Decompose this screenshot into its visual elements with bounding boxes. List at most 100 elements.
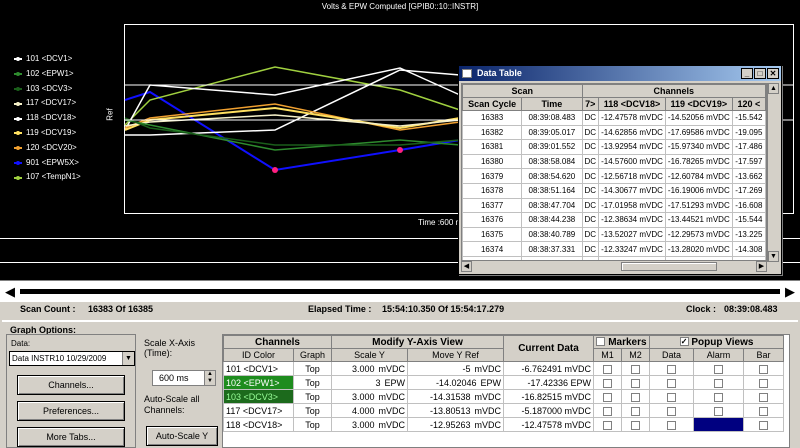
move-y-cell[interactable]: -12.95263 mVDC (407, 417, 504, 432)
scale-x-input[interactable]: 600 ms ▲ ▼ (152, 370, 216, 386)
current-data-cell[interactable]: -6.762491 mVDC (503, 361, 594, 376)
bar-checkbox-cell[interactable] (743, 417, 784, 432)
bar-checkbox-cell[interactable] (743, 361, 784, 376)
m1-checkbox-cell[interactable] (593, 389, 622, 404)
data-checkbox[interactable] (667, 406, 676, 416)
graph-cell[interactable]: Top (293, 375, 332, 390)
scroll-thumb[interactable] (621, 262, 717, 271)
bar-checkbox[interactable] (759, 392, 768, 402)
table-row[interactable]: 117 <DCV17> Top 4.000 mVDC -13.80513 mVDC -5.1… (223, 403, 784, 418)
table-row[interactable]: 103 <DCV3> Top 3.000 mVDC -14.31538 mVDC -16.8… (223, 389, 784, 404)
channels-button[interactable]: Channels... (17, 375, 125, 395)
bar-checkbox[interactable] (759, 364, 768, 374)
bar-checkbox[interactable] (759, 406, 768, 416)
more-tabs-button[interactable]: More Tabs... (17, 427, 125, 447)
col-120-header[interactable]: 120 < (731, 97, 766, 111)
graph-cell[interactable]: Top (293, 361, 332, 376)
bar-checkbox-cell[interactable] (743, 403, 784, 418)
m2-checkbox[interactable] (631, 378, 640, 388)
scroll-down-icon[interactable]: ▼ (768, 251, 779, 262)
minimize-icon[interactable]: _ (741, 68, 753, 79)
graph-cell[interactable]: Top (293, 389, 332, 404)
data-checkbox[interactable] (667, 364, 676, 374)
close-icon[interactable]: ✕ (767, 68, 779, 79)
alarm-checkbox[interactable] (714, 378, 723, 388)
horizontal-scrollbar[interactable]: ◀ ▶ (461, 260, 767, 272)
m2-checkbox[interactable] (631, 406, 640, 416)
m2-checkbox-cell[interactable] (621, 403, 650, 418)
move-y-cell[interactable]: -5 mVDC (407, 361, 504, 376)
current-data-cell[interactable]: -16.82515 mVDC (503, 389, 594, 404)
alarm-checkbox[interactable] (714, 364, 723, 374)
table-row[interactable]: 16383 08:39:08.483 DC -12.47578 mVDC -14.520… (462, 110, 766, 126)
alarm-checkbox-cell[interactable] (693, 361, 744, 376)
move-y-cell[interactable]: -14.02046 EPW (407, 375, 504, 390)
alarm-checkbox[interactable] (714, 392, 723, 402)
scale-y-cell[interactable]: 3.000 mVDC (331, 361, 408, 376)
vertical-scrollbar[interactable]: ▲ ▼ (767, 83, 779, 262)
alarm-checkbox-cell[interactable] (693, 417, 744, 432)
scale-y-cell[interactable]: 3.000 mVDC (331, 417, 408, 432)
alarm-checkbox-cell[interactable] (693, 403, 744, 418)
data-checkbox-cell[interactable] (649, 375, 694, 390)
graph-cell[interactable]: Top (293, 403, 332, 418)
channel-id[interactable]: 117 <DCV17> (223, 403, 294, 418)
alarm-checkbox[interactable] (714, 406, 723, 416)
table-row[interactable]: 101 <DCV1> Top 3.000 mVDC -5 mVDC -6.762491 mV… (223, 361, 784, 376)
m1-checkbox[interactable] (603, 420, 612, 430)
scroll-up-icon[interactable]: ▲ (768, 83, 779, 94)
autoscale-button[interactable]: Auto-Scale Y (146, 426, 218, 446)
scroll-right-icon[interactable]: ▶ (782, 284, 798, 300)
scan-cycle-header[interactable]: Scan Cycle (462, 97, 523, 111)
channel-id[interactable]: 118 <DCV18> (223, 417, 294, 432)
table-row[interactable]: 102 <EPW1> Top 3 EPW -14.02046 EPW -17.42336 E… (223, 375, 784, 390)
m2-checkbox-cell[interactable] (621, 375, 650, 390)
bar-checkbox[interactable] (759, 378, 768, 388)
alarm-checkbox-cell[interactable] (693, 375, 744, 390)
current-data-cell[interactable]: -17.42336 EPW (503, 375, 594, 390)
m1-checkbox-cell[interactable] (593, 403, 622, 418)
table-row[interactable]: 16379 08:38:54.620 DC -12.56718 mVDC -12.607… (462, 168, 766, 184)
col-7-header[interactable]: 7> (581, 97, 600, 111)
col-118-header[interactable]: 118 <DCV18> (598, 97, 666, 111)
current-data-cell[interactable]: -5.187000 mVDC (503, 403, 594, 418)
scroll-left-icon[interactable]: ◀ (2, 284, 18, 300)
table-row[interactable]: 16380 08:38:58.084 DC -14.57600 mVDC -16.782… (462, 153, 766, 170)
time-header[interactable]: Time (521, 97, 583, 111)
table-row[interactable]: 16378 08:38:51.164 DC -14.30677 mVDC -16.190… (462, 182, 766, 199)
scroll-left-icon[interactable]: ◀ (461, 261, 472, 272)
channel-id[interactable]: 101 <DCV1> (223, 361, 294, 376)
m2-checkbox[interactable] (631, 420, 640, 430)
bar-checkbox-cell[interactable] (743, 389, 784, 404)
m1-checkbox[interactable] (603, 378, 612, 388)
m2-checkbox-cell[interactable] (621, 417, 650, 432)
data-checkbox-cell[interactable] (649, 403, 694, 418)
spinner-icon[interactable]: ▲ ▼ (204, 371, 215, 385)
m1-checkbox[interactable] (603, 392, 612, 402)
data-select[interactable]: Data INSTR10 10/29/2009 ▼ (9, 351, 135, 366)
scale-y-cell[interactable]: 3.000 mVDC (331, 389, 408, 404)
graph-cell[interactable]: Top (293, 417, 332, 432)
table-row[interactable]: 16382 08:39:05.017 DC -14.62856 mVDC -17.695… (462, 124, 766, 141)
m2-checkbox-cell[interactable] (621, 361, 650, 376)
channel-id[interactable]: 103 <DCV3> (223, 389, 294, 404)
m2-checkbox[interactable] (631, 364, 640, 374)
maximize-icon[interactable]: □ (754, 68, 766, 79)
scroll-track[interactable] (20, 289, 780, 294)
data-table-window[interactable]: Data Table _ □ ✕ Scan Channels Scan Cycl… (458, 65, 782, 275)
m1-checkbox-cell[interactable] (593, 361, 622, 376)
channel-id[interactable]: 102 <EPW1> (223, 375, 294, 390)
bar-checkbox[interactable] (759, 420, 768, 430)
m1-checkbox[interactable] (603, 406, 612, 416)
window-titlebar[interactable]: Data Table _ □ ✕ (459, 66, 781, 81)
current-data-cell[interactable]: -12.47578 mVDC (503, 417, 594, 432)
bar-checkbox-cell[interactable] (743, 375, 784, 390)
move-y-cell[interactable]: -13.80513 mVDC (407, 403, 504, 418)
markers-checkbox[interactable] (596, 337, 606, 347)
table-row[interactable]: 16381 08:39:01.552 DC -13.92954 mVDC -15.973… (462, 139, 766, 155)
table-row[interactable]: 16377 08:38:47.704 DC -17.01958 mVDC -17.512… (462, 197, 766, 214)
alarm-checkbox-cell[interactable] (693, 389, 744, 404)
data-checkbox-cell[interactable] (649, 389, 694, 404)
data-checkbox-cell[interactable] (649, 361, 694, 376)
popup-views-checkbox[interactable] (679, 337, 689, 347)
